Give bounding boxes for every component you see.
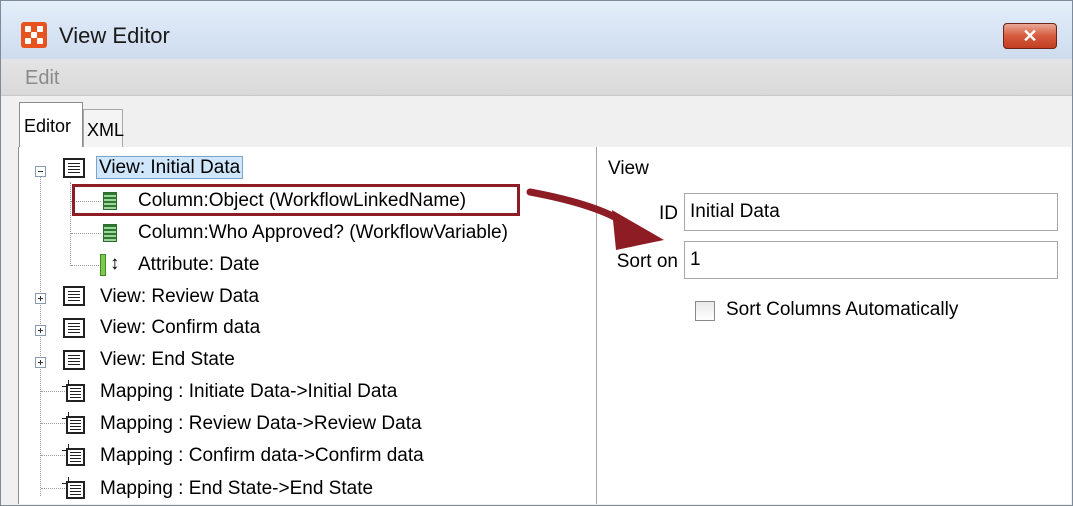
annotation-arrow bbox=[526, 188, 664, 250]
